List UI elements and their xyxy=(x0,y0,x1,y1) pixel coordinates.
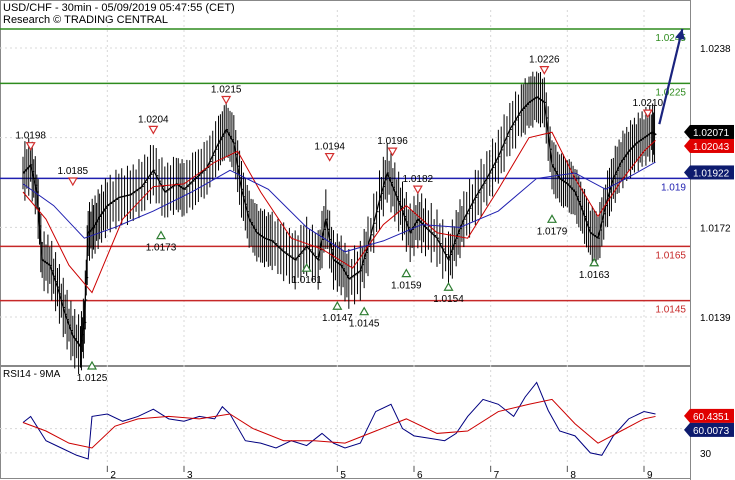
swing-low-marker xyxy=(589,257,600,267)
swing-high-marker xyxy=(539,66,550,75)
swing-high-label: 1.0226 xyxy=(529,55,560,66)
x-tick-label: 9 xyxy=(647,470,653,480)
price-tag-pointer xyxy=(684,124,690,139)
swing-low-label: 1.0125 xyxy=(77,373,108,384)
level-label: 1.0145 xyxy=(655,305,686,316)
swing-high-label: 1.0215 xyxy=(211,85,242,96)
rsi-line xyxy=(22,381,656,460)
price-panel-frame xyxy=(0,0,691,366)
rsi-tag-pointer xyxy=(684,408,690,423)
level-label: 1.0225 xyxy=(655,87,686,98)
price-tag-label: 1.02071 xyxy=(693,128,730,139)
swing-low-label: 1.0159 xyxy=(391,281,422,292)
price-y-tick: 1.0172 xyxy=(700,223,731,234)
level-label: 1.0165 xyxy=(655,250,686,261)
swing-low-label: 1.0145 xyxy=(349,319,380,330)
x-tick-label: 7 xyxy=(494,470,500,480)
swing-high-marker xyxy=(25,142,36,151)
swing-low-label: 1.0163 xyxy=(579,270,610,281)
swing-high-marker xyxy=(148,125,159,135)
slow-moving-average xyxy=(22,161,656,253)
swing-high-label: 1.0210 xyxy=(633,98,664,109)
price-tag-label: 1.02043 xyxy=(693,142,730,153)
chart-canvas: 1.02381.02051.01721.013923567891.02451.0… xyxy=(0,0,734,480)
swing-high-label: 1.0194 xyxy=(314,142,345,153)
swing-low-label: 1.0173 xyxy=(146,243,177,254)
swing-high-marker xyxy=(642,109,653,119)
swing-low-marker xyxy=(443,282,454,291)
swing-low-label: 1.0161 xyxy=(291,275,322,286)
swing-high-marker xyxy=(324,152,335,162)
level-label: 1.019 xyxy=(661,182,686,193)
swing-high-label: 1.0185 xyxy=(58,166,89,177)
swing-low-marker xyxy=(401,268,412,278)
swing-high-label: 1.0182 xyxy=(403,174,434,185)
price-y-tick: 1.0139 xyxy=(700,313,731,324)
x-tick-label: 6 xyxy=(417,470,423,480)
swing-high-label: 1.0204 xyxy=(138,114,169,125)
swing-low-marker xyxy=(332,301,343,310)
price-tag-pointer xyxy=(684,138,690,153)
price-y-tick: 1.0238 xyxy=(700,44,731,55)
swing-low-label: 1.0154 xyxy=(433,294,464,305)
swing-low-marker xyxy=(359,306,370,316)
swing-high-label: 1.0196 xyxy=(377,136,408,147)
swing-high-marker xyxy=(67,177,78,187)
rsi-tag-label: 60.4351 xyxy=(693,412,730,423)
swing-high-label: 1.0198 xyxy=(15,131,46,142)
swing-low-label: 1.0179 xyxy=(537,226,568,237)
swing-high-marker xyxy=(387,147,398,157)
rsi-tag-label: 60.0073 xyxy=(693,426,730,437)
x-tick-label: 3 xyxy=(187,470,193,480)
swing-high-marker xyxy=(221,95,232,105)
x-tick-label: 5 xyxy=(340,470,346,480)
rsi-y-tick: 30 xyxy=(700,449,712,460)
rsi-tag-pointer xyxy=(684,422,690,437)
swing-low-marker xyxy=(546,214,558,223)
price-tag-label: 1.01922 xyxy=(693,168,730,179)
x-tick-label: 2 xyxy=(110,470,116,480)
swing-high-marker xyxy=(412,185,423,195)
rsi-ma-line xyxy=(22,398,656,449)
x-tick-label: 8 xyxy=(570,470,576,480)
swing-low-marker xyxy=(155,230,167,240)
price-tag-pointer xyxy=(684,165,690,180)
